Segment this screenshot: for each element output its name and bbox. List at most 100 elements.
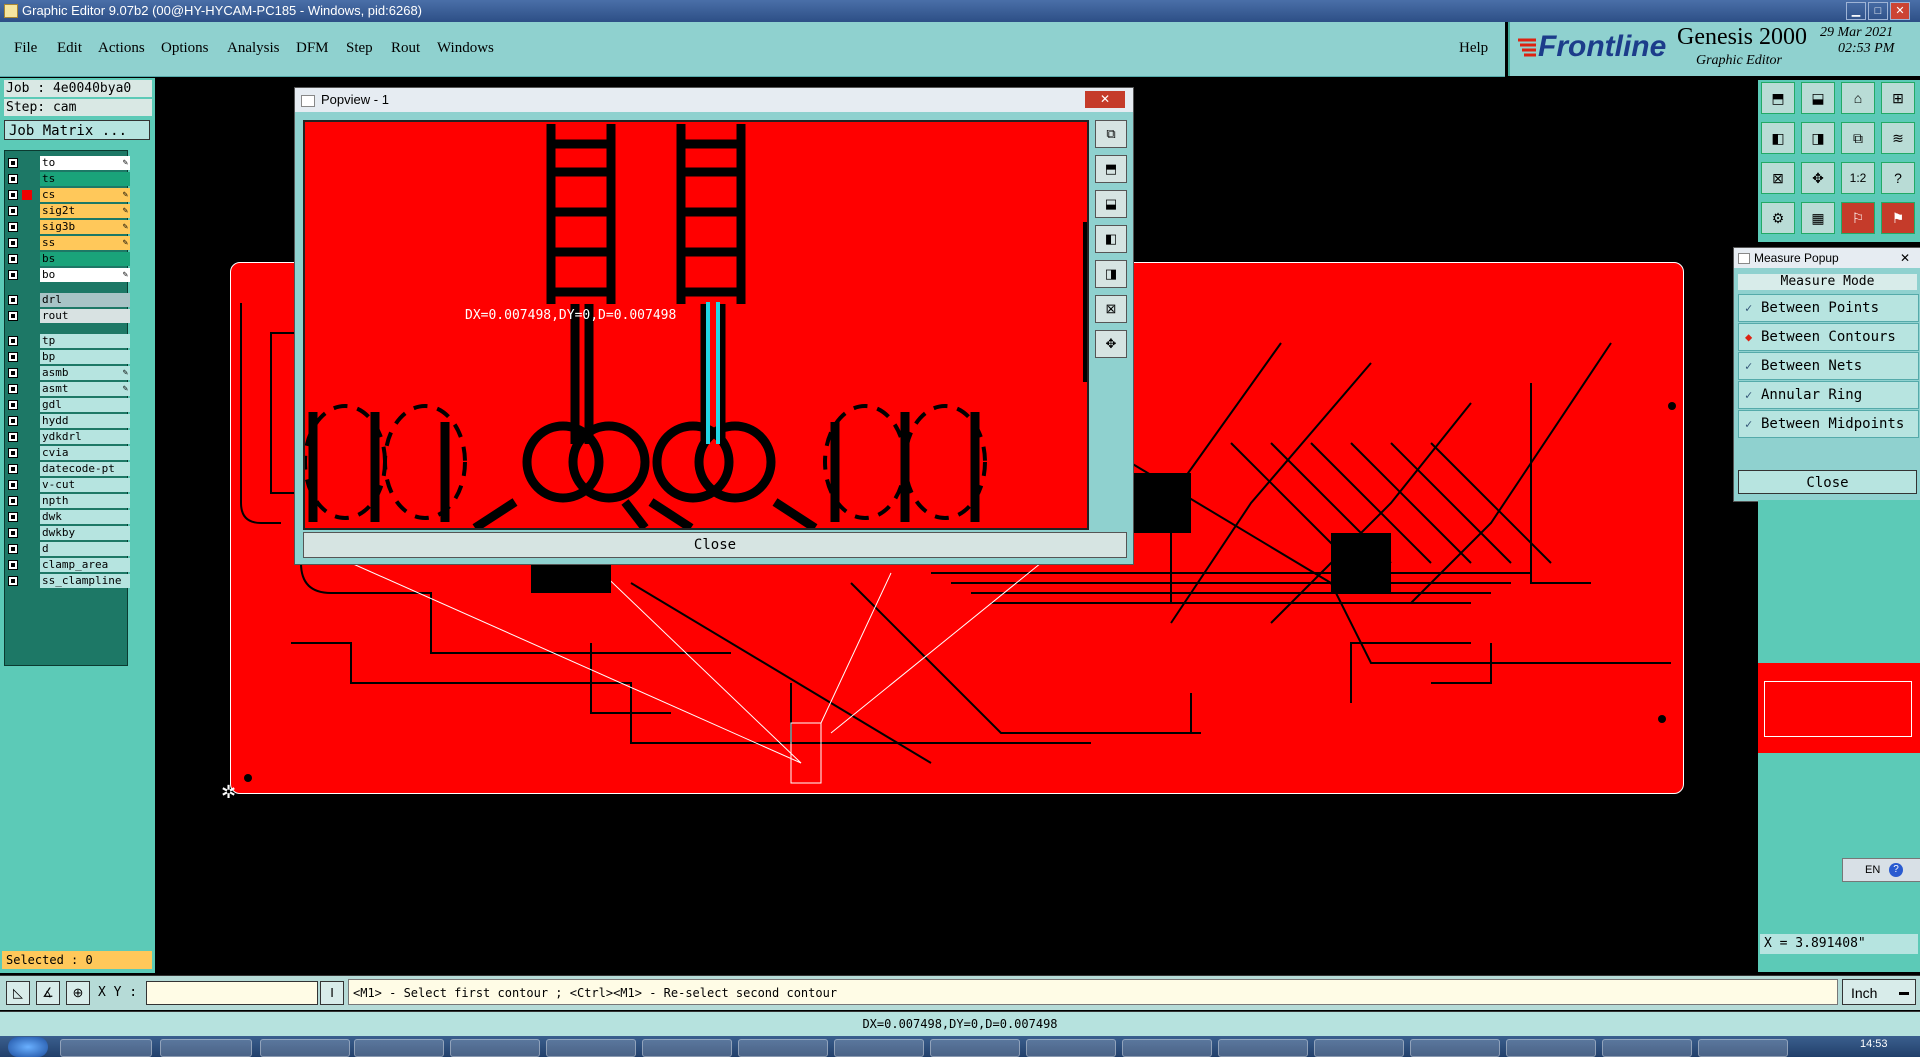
layer-row-dwkby[interactable]: dwkby	[8, 526, 130, 540]
layer-checkbox[interactable]	[8, 352, 18, 362]
ime-bar[interactable]: EN ?	[1842, 858, 1920, 882]
measure-close-button[interactable]: Close	[1738, 470, 1917, 494]
layer-row-asmb[interactable]: asmb ✎	[8, 366, 130, 380]
menu-windows[interactable]: Windows	[437, 40, 494, 57]
layer-name[interactable]: datecode-pt	[40, 462, 130, 476]
layer-name[interactable]: dwkby	[40, 526, 130, 540]
layer-row-rout[interactable]: rout	[8, 309, 130, 323]
cursor-mode-icon[interactable]: I	[320, 981, 344, 1005]
xy-input[interactable]	[146, 981, 318, 1005]
popview-left-button[interactable]: ◧	[1095, 225, 1127, 253]
layer-checkbox[interactable]	[8, 496, 18, 506]
layer-checkbox[interactable]	[8, 311, 18, 321]
menu-help[interactable]: Help	[1459, 40, 1488, 57]
layer-name[interactable]: v-cut	[40, 478, 130, 492]
layer-checkbox[interactable]	[8, 206, 18, 216]
layer-checkbox[interactable]	[8, 432, 18, 442]
taskbar-item[interactable]	[60, 1039, 152, 1057]
measure-option-between-midpoints[interactable]: ✓ Between Midpoints	[1738, 410, 1919, 438]
layer-row-ydkdrl[interactable]: ydkdrl	[8, 430, 130, 444]
tool-home-icon[interactable]: ⌂	[1841, 82, 1875, 114]
taskbar-item[interactable]	[834, 1039, 924, 1057]
layer-checkbox[interactable]	[8, 270, 18, 280]
popview-up-button[interactable]: ⬒	[1095, 155, 1127, 183]
layer-name[interactable]: gdl	[40, 398, 130, 412]
layer-checkbox[interactable]	[8, 190, 18, 200]
layer-checkbox[interactable]	[8, 544, 18, 554]
units-dropdown[interactable]: Inch ▬	[1842, 979, 1916, 1005]
layer-checkbox[interactable]	[8, 400, 18, 410]
layer-row-sig2t[interactable]: sig2t ✎	[8, 204, 130, 218]
menu-options[interactable]: Options	[161, 40, 209, 57]
tool-snap-icon[interactable]: ⚙	[1761, 202, 1795, 234]
measure-popup-close-x[interactable]: ✕	[1900, 248, 1910, 268]
layer-name[interactable]: tp	[40, 334, 130, 348]
layer-row-bs[interactable]: bs	[8, 252, 130, 266]
layer-name[interactable]: clamp_area	[40, 558, 130, 572]
overview-viewport[interactable]	[1764, 681, 1912, 737]
layer-row-ss[interactable]: ss ✎	[8, 236, 130, 250]
layer-name[interactable]: drl	[40, 293, 130, 307]
layer-row-bp[interactable]: bp	[8, 350, 130, 364]
menu-file[interactable]: File	[14, 40, 37, 57]
snap-grid-icon[interactable]: ⊕	[66, 981, 90, 1005]
menu-dfm[interactable]: DFM	[296, 40, 329, 57]
taskbar-item[interactable]	[160, 1039, 252, 1057]
taskbar-item[interactable]	[1698, 1039, 1788, 1057]
tool-grid-toggle-icon[interactable]: ▦	[1801, 202, 1835, 234]
popview-close-x-button[interactable]: ✕	[1085, 91, 1125, 108]
taskbar-item[interactable]	[1026, 1039, 1116, 1057]
job-matrix-button[interactable]: Job Matrix ...	[4, 120, 150, 140]
popview-zoom-button[interactable]: ⧉	[1095, 120, 1127, 148]
taskbar-item[interactable]	[642, 1039, 732, 1057]
tool-home-top-icon[interactable]: ⬒	[1761, 82, 1795, 114]
tool-zoom-ratio-button[interactable]: 1:2	[1841, 162, 1875, 194]
tool-net-icon[interactable]: ⚐	[1841, 202, 1875, 234]
layer-row-tp[interactable]: tp	[8, 334, 130, 348]
popview-close-button[interactable]: Close	[303, 532, 1127, 558]
layer-row-sig3b[interactable]: sig3b ✎	[8, 220, 130, 234]
layer-name[interactable]: dwk	[40, 510, 130, 524]
layer-checkbox[interactable]	[8, 238, 18, 248]
minimize-button[interactable]: ▁	[1846, 2, 1866, 20]
layer-row-asmt[interactable]: asmt ✎	[8, 382, 130, 396]
layer-checkbox[interactable]	[8, 512, 18, 522]
layer-row-datecode-pt[interactable]: datecode-pt	[8, 462, 130, 476]
layer-row-hydd[interactable]: hydd	[8, 414, 130, 428]
taskbar-item[interactable]	[354, 1039, 444, 1057]
measure-option-annular-ring[interactable]: ✓ Annular Ring	[1738, 381, 1919, 409]
layer-row-npth[interactable]: npth	[8, 494, 130, 508]
layer-checkbox[interactable]	[8, 416, 18, 426]
taskbar-item[interactable]	[1314, 1039, 1404, 1057]
tool-grid-icon[interactable]: ⊞	[1881, 82, 1915, 114]
layer-name[interactable]: hydd	[40, 414, 130, 428]
layer-name[interactable]: bp	[40, 350, 130, 364]
layer-name[interactable]: cvia	[40, 446, 130, 460]
layer-row-ts[interactable]: ts	[8, 172, 130, 186]
measure-option-between-points[interactable]: ✓ Between Points	[1738, 294, 1919, 322]
menu-rout[interactable]: Rout	[391, 40, 420, 57]
maximize-button[interactable]: □	[1868, 2, 1888, 20]
taskbar-item[interactable]	[1218, 1039, 1308, 1057]
layer-checkbox[interactable]	[8, 480, 18, 490]
taskbar-item[interactable]	[1506, 1039, 1596, 1057]
layer-name[interactable]: asmt ✎	[40, 382, 130, 396]
layer-row-ss_clampline[interactable]: ss_clampline	[8, 574, 130, 588]
layer-checkbox[interactable]	[8, 254, 18, 264]
layer-checkbox[interactable]	[8, 560, 18, 570]
layer-name[interactable]: to ✎	[40, 156, 130, 170]
taskbar-item[interactable]	[1122, 1039, 1212, 1057]
layer-checkbox[interactable]	[8, 528, 18, 538]
layer-row-v-cut[interactable]: v-cut	[8, 478, 130, 492]
layer-name[interactable]: cs ✎	[40, 188, 130, 202]
layer-checkbox[interactable]	[8, 158, 18, 168]
taskbar-item[interactable]	[546, 1039, 636, 1057]
close-window-button[interactable]: ✕	[1890, 2, 1910, 20]
layer-row-to[interactable]: to ✎	[8, 156, 130, 170]
menu-actions[interactable]: Actions	[98, 40, 145, 57]
layer-row-cs[interactable]: cs ✎	[8, 188, 130, 202]
start-button-icon[interactable]	[8, 1037, 48, 1057]
layer-checkbox[interactable]	[8, 222, 18, 232]
popview-fit-button[interactable]: ⊠	[1095, 295, 1127, 323]
layer-name[interactable]: bo ✎	[40, 268, 130, 282]
